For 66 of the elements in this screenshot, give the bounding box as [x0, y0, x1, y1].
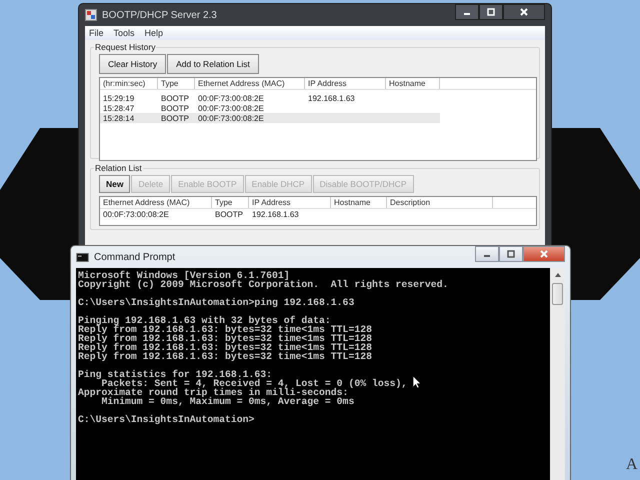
window-title: Command Prompt [94, 252, 176, 262]
table-cell: 192.168.1.63 [308, 94, 355, 102]
console-line: Reply from 192.168.1.63: bytes=32 time<1ms TTL=128 [78, 352, 372, 361]
console-line: Minimum = 0ms, Maximum = 0ms, Average = 0ms [102, 397, 354, 406]
column-header[interactable]: Hostname [386, 78, 440, 89]
console-line: Reply from 192.168.1.63: bytes=32 time<1ms TTL=128 [78, 334, 372, 343]
column-header[interactable]: Ethernet Address (MAC) [195, 78, 305, 89]
scroll-up-icon[interactable] [554, 272, 562, 278]
column-header[interactable]: Type [158, 78, 195, 89]
column-header[interactable]: IP Address [305, 78, 386, 89]
toolbar-button[interactable]: Add to Relation List [167, 54, 259, 74]
menu-item[interactable]: Tools [114, 28, 135, 38]
console-line: Ping statistics for 192.168.1.63: [78, 370, 272, 379]
close-button[interactable] [503, 4, 545, 20]
console-line: C:\Users\InsightsInAutomation> [78, 415, 254, 424]
maximize-button[interactable] [499, 246, 523, 262]
list-row[interactable]: 15:28:47 BOOTP 00:0F:73:00:08:2E [100, 103, 440, 113]
table-cell: BOOTP [161, 94, 190, 102]
list-row[interactable]: 15:29:19 BOOTP 00:0F:73:00:08:2E 192.168.1.63 [100, 93, 440, 103]
maximize-button[interactable] [479, 4, 503, 20]
menu-item[interactable]: Help [144, 28, 164, 38]
column-header[interactable]: (hr:min:sec) [100, 78, 158, 89]
scrollbar[interactable] [550, 268, 565, 480]
app-icon [85, 9, 97, 21]
console-line: Approximate round trip times in milli-seconds: [78, 388, 348, 397]
table-cell: 00:0F:73:00:08:2E [198, 104, 264, 112]
table-cell: 15:28:47 [103, 104, 134, 112]
toolbar-button[interactable]: Clear History [99, 54, 166, 74]
minimize-button[interactable] [455, 4, 479, 20]
close-icon [539, 249, 549, 259]
table-cell: 15:29:19 [103, 94, 134, 102]
desktop-text: A [626, 456, 638, 474]
table-cell: BOOTP [161, 114, 190, 122]
scrollbar-thumb[interactable] [552, 283, 563, 305]
console-line: Packets: Sent = 4, Received = 4, Lost = 0 (0% loss), [102, 379, 408, 388]
console-line: C:\Users\InsightsInAutomation>ping 192.168.1.63 [78, 298, 354, 307]
console-line: Reply from 192.168.1.63: bytes=32 time<1ms TTL=128 [78, 325, 372, 334]
minimize-button[interactable] [475, 246, 499, 262]
table-cell: BOOTP [215, 210, 244, 218]
table-cell: 192.168.1.63 [252, 210, 299, 218]
group-label: Relation List [94, 163, 143, 173]
column-header[interactable]: Type [212, 197, 249, 208]
console-icon [76, 252, 89, 262]
console-line: Reply from 192.168.1.63: bytes=32 time<1ms TTL=128 [78, 343, 372, 352]
list-row[interactable]: 00:0F:73:00:08:2E BOOTP 192.168.1.63 [100, 209, 493, 219]
maximize-icon [506, 249, 516, 259]
console-line: Copyright (c) 2009 Microsoft Corporation. All rights reserved. [78, 280, 448, 289]
table-cell: 00:0F:73:00:08:2E [198, 114, 264, 122]
console-line: Microsoft Windows [Version 6.1.7601] [78, 271, 290, 280]
table-cell: 00:0F:73:00:08:2E [103, 210, 169, 218]
group-label: Request History [94, 42, 156, 52]
column-header[interactable]: IP Address [249, 197, 331, 208]
maximize-icon [486, 7, 496, 17]
mouse-pointer-icon [412, 375, 421, 389]
table-cell: 00:0F:73:00:08:2E [198, 94, 264, 102]
menu-item[interactable]: File [89, 28, 104, 38]
table-cell: 15:28:14 [103, 114, 134, 122]
column-header[interactable]: Description [387, 197, 493, 208]
close-icon [519, 7, 529, 17]
console-line: Pinging 192.168.1.63 with 32 bytes of data: [78, 316, 331, 325]
window-title: BOOTP/DHCP Server 2.3 [102, 10, 217, 20]
column-header[interactable]: Hostname [331, 197, 387, 208]
toolbar-button[interactable]: New [99, 175, 130, 193]
column-header[interactable]: Ethernet Address (MAC) [100, 197, 212, 208]
table-cell: BOOTP [161, 104, 190, 112]
list-row[interactable]: 15:28:14 BOOTP 00:0F:73:00:08:2E [100, 113, 440, 123]
